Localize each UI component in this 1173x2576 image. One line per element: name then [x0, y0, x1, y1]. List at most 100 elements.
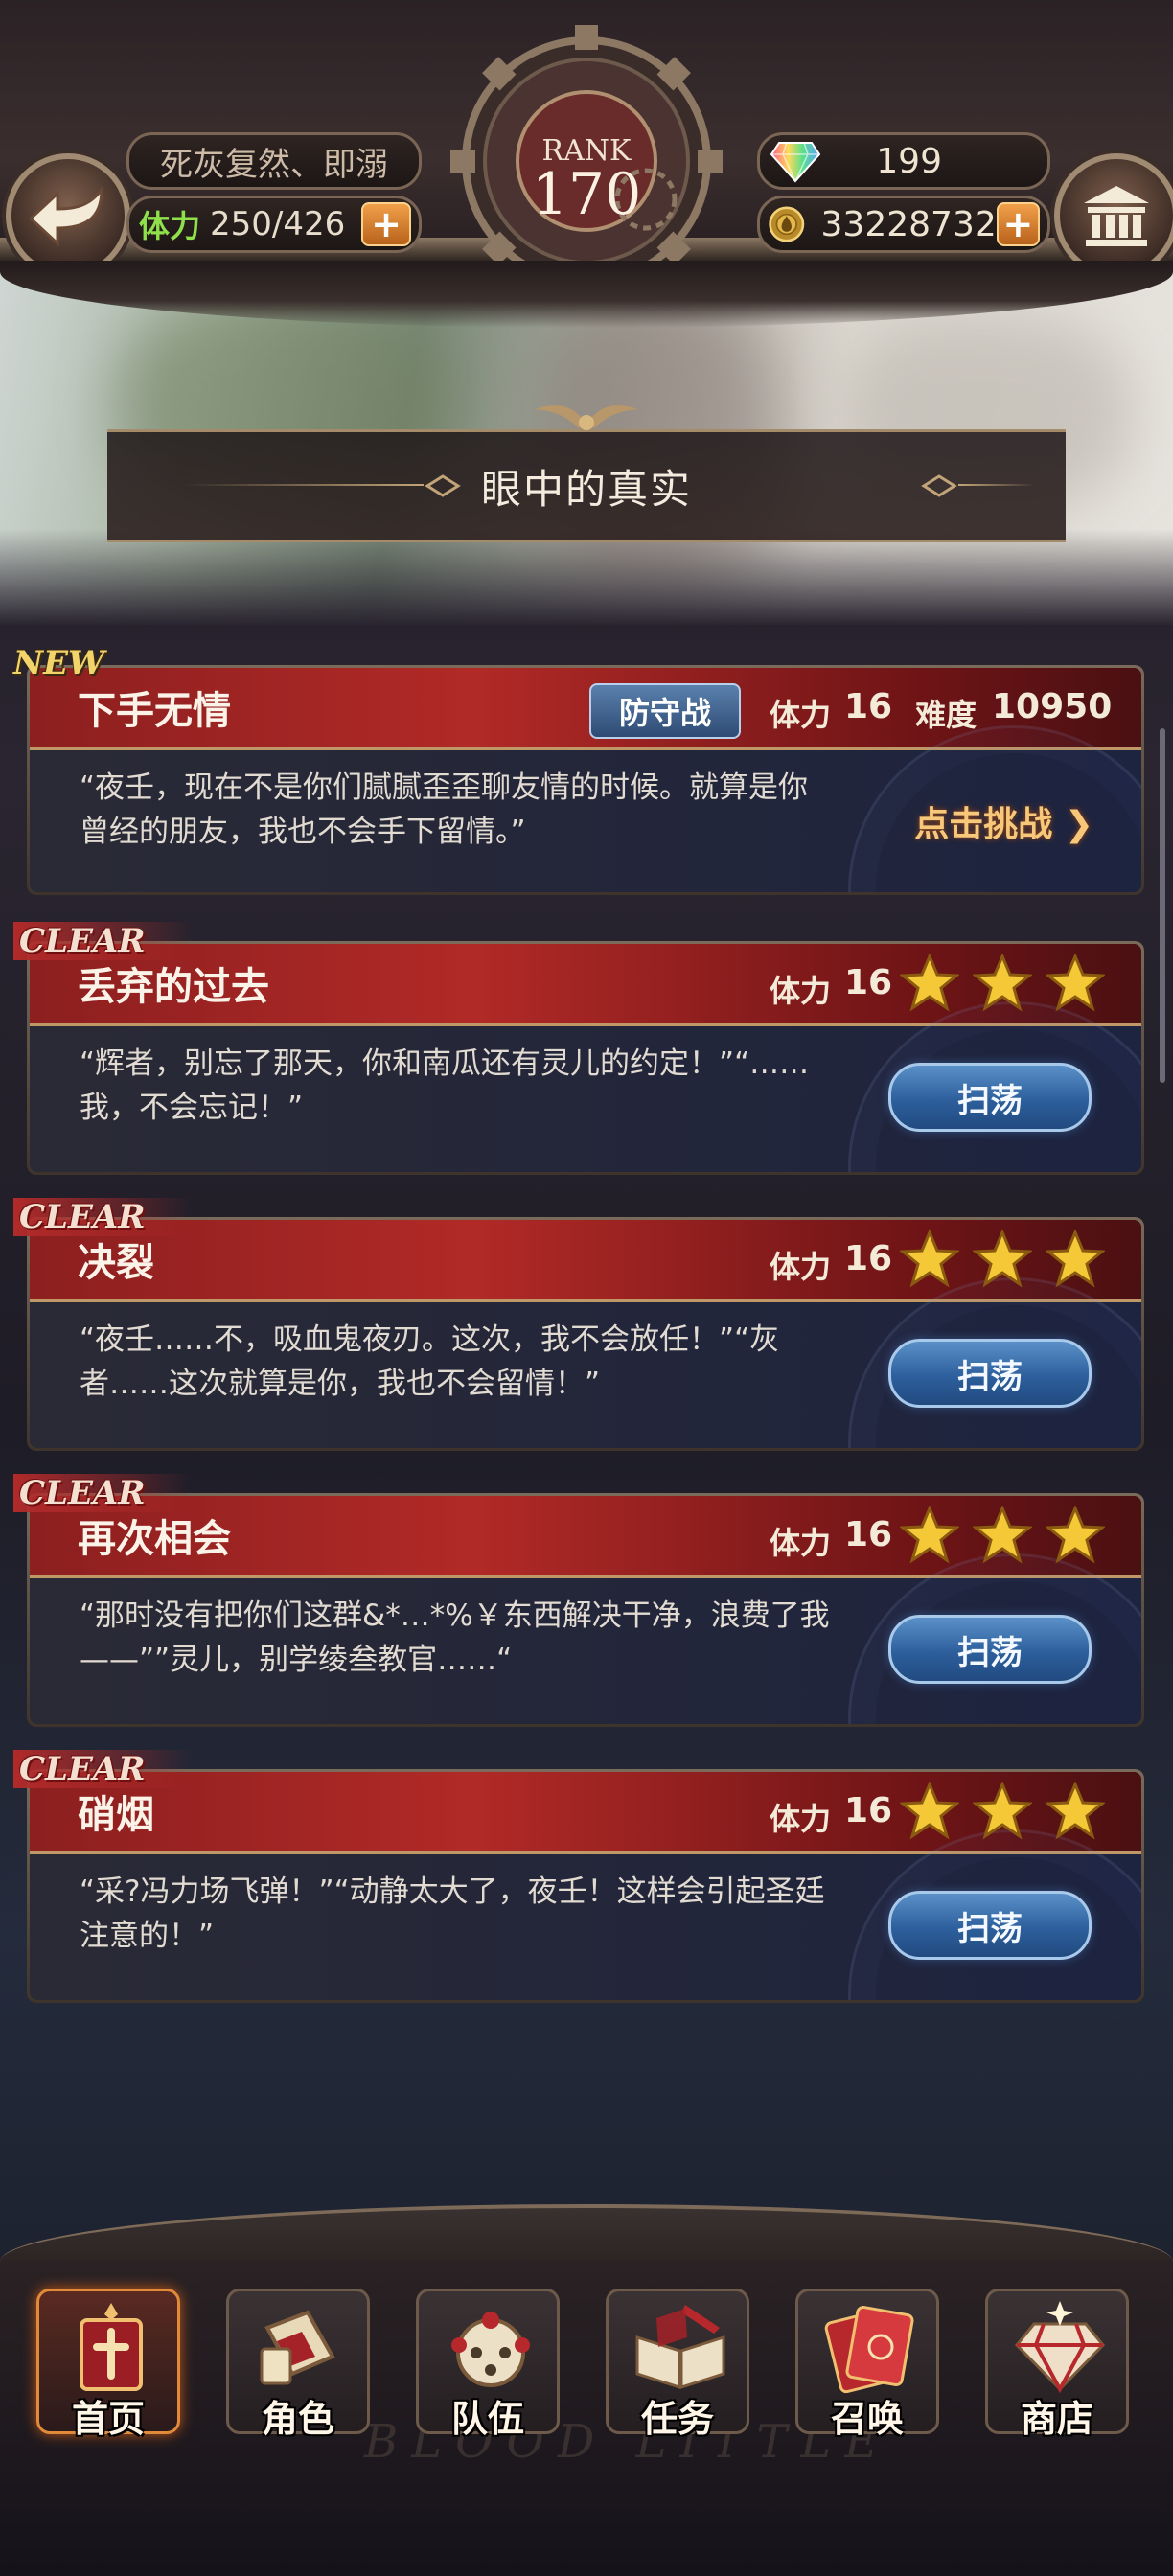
stage-card-body: 决裂 体力 16 “夜壬……不，吸血鬼夜刃。这次，我不会放任！”“灰者……这次就… [30, 1220, 1141, 1448]
archive-button[interactable] [1054, 153, 1173, 278]
stamina-display: 体力 250/426 + [126, 196, 422, 253]
stamina-cost: 16 [844, 1239, 893, 1278]
stage-card-new[interactable]: 下手无情 防守战 体力 16 难度 10950 “夜壬，现在不是你们腻腻歪歪聊友… [27, 665, 1144, 895]
challenge-button[interactable]: 点击挑战 ❯ [914, 796, 1093, 846]
stage-card-cleared[interactable]: 决裂 体力 16 “夜壬……不，吸血鬼夜刃。这次，我不会放任！”“灰者……这次就… [27, 1217, 1144, 1451]
back-arrow-icon [28, 185, 104, 247]
gem-icon [770, 142, 821, 183]
chapter-title: 眼中的真实 [480, 465, 692, 513]
stamina-cost: 16 [844, 1791, 893, 1830]
new-tag: NEW [13, 644, 105, 682]
nav-summon[interactable]: 召唤 [795, 2288, 939, 2440]
star-icon [973, 1782, 1032, 1840]
stage-name: 再次相会 [78, 1517, 231, 1561]
diamond-ornament-icon [425, 474, 461, 497]
star-icon [900, 954, 959, 1012]
nav-character[interactable]: 角色 [226, 2288, 370, 2440]
nav-shop[interactable]: 商店 [985, 2288, 1129, 2440]
stamina-label: 体力 [139, 208, 201, 244]
stamina-cost: 16 [844, 1515, 893, 1554]
clear-tag: CLEAR [13, 1198, 192, 1236]
title-ornament-right [958, 484, 1035, 486]
stage-quote: “夜壬，现在不是你们腻腻歪歪聊友情的时候。就算是你曾经的朋友，我也不会手下留情。… [80, 770, 809, 849]
nav-team[interactable]: 队伍 [416, 2288, 560, 2440]
clear-tag: CLEAR [13, 922, 192, 960]
stage-card-cleared[interactable]: 硝烟 体力 16 “采?冯力场飞弹！”“动静太大了，夜壬！这样会引起圣廷注意的！… [27, 1769, 1144, 2003]
sweep-button[interactable]: 扫荡 [888, 1615, 1092, 1684]
clear-tag: CLEAR [13, 1474, 192, 1512]
temple-icon [1084, 186, 1149, 246]
difficulty-label: 难度 [915, 697, 978, 733]
quest-book-icon [635, 2305, 725, 2390]
star-icon [973, 1506, 1032, 1564]
nav-quest[interactable]: 任务 [606, 2288, 749, 2440]
star-rating [900, 1230, 1105, 1289]
stage-name: 决裂 [78, 1241, 154, 1285]
nav-label: 任务 [640, 2398, 714, 2440]
rank-value: 170 [531, 161, 642, 228]
star-icon [1046, 954, 1105, 1012]
stage-name: 下手无情 [78, 689, 231, 733]
nav-home[interactable]: 首页 [36, 2288, 180, 2440]
difficulty-value: 10950 [992, 687, 1113, 726]
stage-card-cleared[interactable]: 丢弃的过去 体力 16 “辉者，别忘了那天，你和南瓜还有灵儿的约定！”“……我，… [27, 941, 1144, 1175]
star-icon [900, 1230, 959, 1288]
sweep-button[interactable]: 扫荡 [888, 1063, 1092, 1132]
scrollbar-thumb[interactable] [1160, 728, 1165, 1083]
star-rating [900, 1506, 1105, 1565]
gold-display: 33228732 + [757, 196, 1050, 253]
stamina-cost-label: 体力 [770, 1525, 832, 1561]
gems-display: 199 [757, 132, 1050, 190]
stage-name-label: 死灰复然、即溺 [126, 132, 422, 190]
defense-battle-badge: 防守战 [589, 683, 741, 739]
star-icon [973, 954, 1032, 1012]
stage-name: 死灰复然、即溺 [160, 145, 388, 184]
back-button[interactable] [6, 153, 130, 278]
star-rating [900, 954, 1105, 1013]
nav-label: 商店 [1020, 2398, 1093, 2440]
gold-coin-icon [769, 206, 805, 242]
stage-card-body: 硝烟 体力 16 “采?冯力场飞弹！”“动静太大了，夜壬！这样会引起圣廷注意的！… [30, 1772, 1141, 2000]
nav-label: 首页 [71, 2398, 145, 2440]
chapter-title-plate: 眼中的真实 [107, 405, 1066, 542]
sweep-button[interactable]: 扫荡 [888, 1339, 1092, 1408]
clear-tag: CLEAR [13, 1750, 192, 1788]
stage-name: 丢弃的过去 [78, 965, 269, 1009]
stage-quote: “采?冯力场飞弹！”“动静太大了，夜壬！这样会引起圣廷注意的！” [80, 1874, 825, 1953]
plus-icon: + [371, 203, 402, 245]
banner-fade [0, 529, 1173, 625]
stamina-value: 250/426 [210, 205, 346, 243]
diamond-ornament-icon [921, 474, 957, 497]
stage-card-cleared[interactable]: 再次相会 体力 16 “那时没有把你们这群&*…*%￥东西解决干净，浪费了我——… [27, 1493, 1144, 1727]
add-gold-button[interactable]: + [996, 202, 1040, 246]
star-icon [973, 1230, 1032, 1288]
star-icon [1046, 1506, 1105, 1564]
stage-quote: “辉者，别忘了那天，你和南瓜还有灵儿的约定！”“……我，不会忘记！” [80, 1046, 810, 1125]
stage-card-body: 下手无情 防守战 体力 16 难度 10950 “夜壬，现在不是你们腻腻歪歪聊友… [30, 668, 1141, 892]
star-icon [1046, 1230, 1105, 1288]
stage-quote: “那时没有把你们这群&*…*%￥东西解决干净，浪费了我——””灵儿，别学绫叁教官… [80, 1598, 830, 1677]
sweep-button[interactable]: 扫荡 [888, 1891, 1092, 1960]
rank-emblem: RANK 170 [433, 17, 740, 276]
star-icon [900, 1506, 959, 1564]
summon-card-icon [824, 2305, 914, 2394]
star-icon [900, 1782, 959, 1840]
stamina-cost: 16 [844, 687, 893, 726]
shop-diamond-icon [1014, 2301, 1106, 2394]
nav-label: 角色 [261, 2398, 334, 2440]
gems-value: 199 [876, 141, 942, 181]
stamina-cost-label: 体力 [770, 1801, 832, 1837]
add-stamina-button[interactable]: + [361, 202, 411, 246]
stamina-cost-label: 体力 [770, 1249, 832, 1285]
winged-crest-icon [535, 405, 638, 430]
stage-card-body: 再次相会 体力 16 “那时没有把你们这群&*…*%￥东西解决干净，浪费了我——… [30, 1496, 1141, 1724]
plus-icon: + [1002, 203, 1034, 245]
title-ornament-left [184, 484, 424, 486]
stamina-cost: 16 [844, 963, 893, 1002]
gold-value: 33228732 [820, 204, 997, 244]
nav-label: 召唤 [830, 2398, 904, 2440]
star-icon [1046, 1782, 1105, 1840]
stage-quote: “夜壬……不，吸血鬼夜刃。这次，我不会放任！”“灰者……这次就算是你，我也不会留… [80, 1322, 780, 1401]
nav-label: 队伍 [450, 2398, 524, 2440]
team-icon [451, 2312, 530, 2387]
